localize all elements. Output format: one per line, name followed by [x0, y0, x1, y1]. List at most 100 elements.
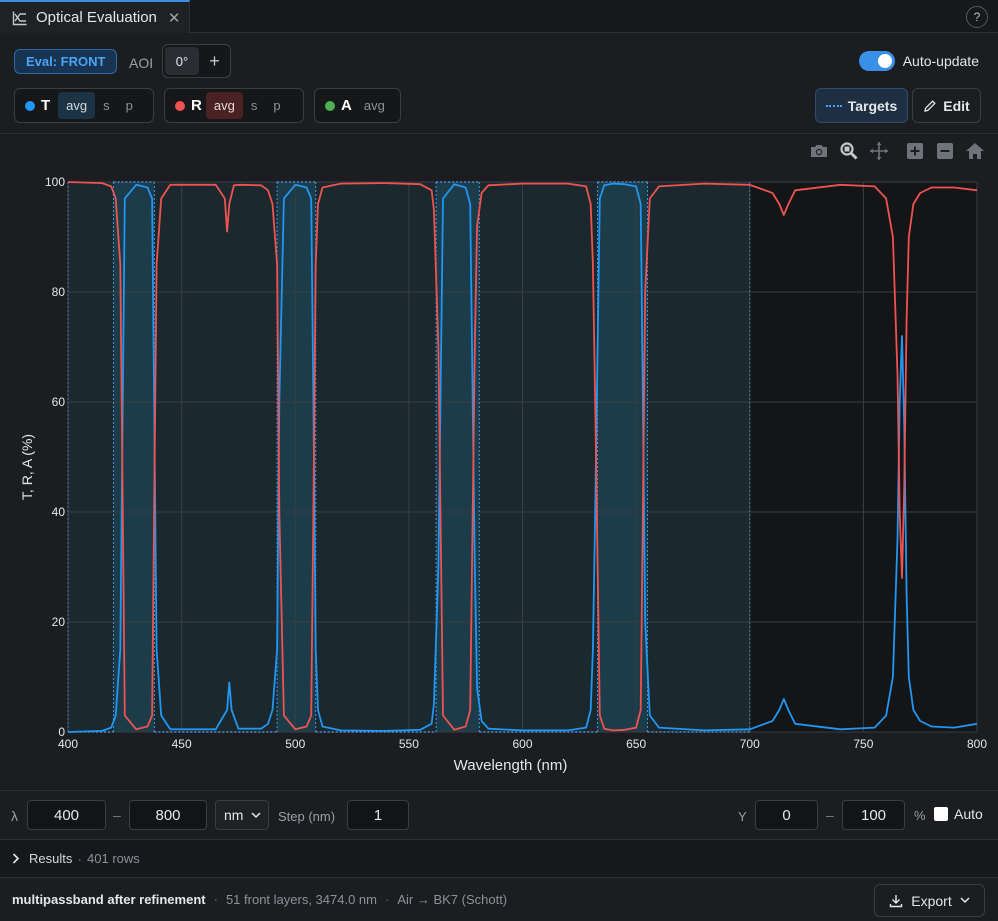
lambda-to-input[interactable]: 800 [129, 800, 207, 830]
zoom-icon[interactable] [834, 141, 864, 161]
auto-checkbox[interactable] [934, 807, 948, 821]
targets-button[interactable]: Targets [815, 88, 908, 123]
eval-front-button[interactable]: Eval: FRONT [14, 49, 118, 74]
y-from-input[interactable]: 0 [755, 800, 818, 830]
aoi-label: AOI [129, 55, 154, 71]
t-color-dot [25, 100, 35, 111]
plot-area: 400 450 500 550 600 650 700 750 800 0 20 40 60 80 100 W… [0, 134, 998, 790]
r-color-dot [175, 100, 185, 111]
aoi-chip-0[interactable]: 0° [165, 47, 199, 75]
tab-title: Optical Evaluation [36, 9, 157, 26]
y-range-dash: – [826, 807, 834, 823]
target-band [315, 182, 437, 732]
target-band [154, 182, 278, 732]
aoi-group: 0° + [162, 44, 231, 78]
home-icon[interactable] [960, 141, 990, 161]
design-name: multipassband after refinement [12, 892, 206, 907]
t-s-option[interactable]: s [95, 92, 118, 119]
zoom-in-icon[interactable] [900, 141, 930, 161]
r-s-option[interactable]: s [243, 92, 266, 119]
tab-bar: Optical Evaluation ✕ ? [0, 0, 998, 33]
r-p-option[interactable]: p [265, 92, 288, 119]
channel-a-group: A avg [314, 88, 401, 123]
close-icon[interactable]: ✕ [168, 9, 181, 27]
t-p-option[interactable]: p [118, 92, 141, 119]
lambda-from-input[interactable]: 400 [27, 800, 106, 830]
target-band [647, 182, 750, 732]
target-band [68, 182, 114, 732]
export-label: Export [911, 892, 952, 909]
y-tick-label: 40 [52, 505, 66, 519]
x-tick-label: 500 [285, 737, 305, 751]
add-aoi-button[interactable]: + [199, 51, 230, 72]
x-tick-label: 800 [967, 737, 987, 751]
chevron-right-icon [12, 853, 20, 864]
range-dash: – [113, 807, 121, 823]
targets-label: Targets [847, 97, 898, 114]
camera-icon[interactable] [804, 141, 834, 161]
target-band [597, 182, 648, 732]
edit-label: Edit [943, 97, 970, 114]
step-input[interactable]: 1 [347, 800, 409, 830]
auto-update-label: Auto-update [902, 53, 979, 69]
eval-toolbar: Eval: FRONT AOI 0° + Auto-update [0, 44, 998, 78]
unit-value: nm [224, 807, 244, 823]
results-toggle[interactable]: Results · 401 rows [0, 840, 998, 877]
tab-optical-evaluation[interactable]: Optical Evaluation ✕ [0, 0, 190, 33]
auto-label: Auto [954, 806, 983, 822]
step-label: Step (nm) [278, 809, 336, 824]
help-button[interactable]: ? [966, 6, 988, 28]
results-count: 401 rows [87, 851, 140, 866]
divider [0, 790, 998, 791]
a-color-dot [325, 100, 335, 111]
pencil-icon [924, 99, 936, 112]
y-tick-label: 80 [52, 285, 66, 299]
chevron-down-icon [251, 811, 261, 818]
edit-button[interactable]: Edit [912, 88, 981, 123]
status-footer: multipassband after refinement · 51 fron… [0, 878, 998, 921]
auto-update-toggle[interactable] [858, 51, 895, 71]
t-avg-option[interactable]: avg [58, 92, 96, 119]
results-label: Results [29, 851, 73, 866]
lambda-label: λ [11, 808, 18, 824]
results-separator: · [77, 850, 83, 867]
layer-info: 51 front layers, 3474.0 nm [225, 892, 377, 907]
channel-a-toggle[interactable]: A [341, 97, 352, 114]
channel-t-toggle[interactable]: T [41, 97, 50, 114]
export-button[interactable]: Export [874, 884, 985, 917]
channel-r-toggle[interactable]: R [191, 97, 202, 114]
x-tick-label: 550 [399, 737, 419, 751]
channel-r-group: R avg s p [164, 88, 304, 123]
chevron-down-icon [960, 897, 970, 904]
auto-y: Auto [934, 806, 983, 822]
download-icon [890, 894, 903, 907]
x-tick-label: 600 [512, 737, 532, 751]
range-controls: λ 400 – 800 nm Step (nm) 1 Y 0 – 100 % A… [0, 800, 998, 831]
a-avg-option[interactable]: avg [356, 92, 393, 119]
zoom-out-icon[interactable] [930, 141, 960, 161]
x-tick-label: 400 [58, 737, 78, 751]
x-tick-label: 750 [853, 737, 873, 751]
spectrum-chart[interactable]: 400 450 500 550 600 650 700 750 800 0 20 40 60 80 100 W… [0, 134, 998, 790]
y-to-input[interactable]: 100 [842, 800, 905, 830]
y-axis-label: T, R, A (%) [19, 434, 35, 500]
plot-modebar [804, 141, 990, 161]
media-info: Air → BK7 (Schott) [397, 892, 508, 907]
y-unit-label: % [914, 808, 926, 823]
y-tick-label: 60 [52, 395, 66, 409]
channel-t-group: T avg s p [14, 88, 154, 123]
y-tick-label: 100 [45, 175, 65, 189]
x-tick-label: 450 [172, 737, 192, 751]
x-tick-label: 650 [626, 737, 646, 751]
unit-select[interactable]: nm [215, 800, 269, 830]
x-axis-label: Wavelength (nm) [454, 757, 568, 774]
pan-icon[interactable] [864, 141, 894, 161]
footer-separator: · [213, 892, 218, 907]
y-range-label: Y [738, 809, 747, 824]
target-band [479, 182, 598, 732]
footer-separator: · [384, 892, 390, 907]
y-tick-label: 0 [58, 725, 65, 739]
r-avg-option[interactable]: avg [205, 92, 243, 119]
channel-toolbar: T avg s p R avg s p A avg Targets Edit [0, 88, 998, 124]
auto-update: Auto-update [858, 51, 979, 71]
